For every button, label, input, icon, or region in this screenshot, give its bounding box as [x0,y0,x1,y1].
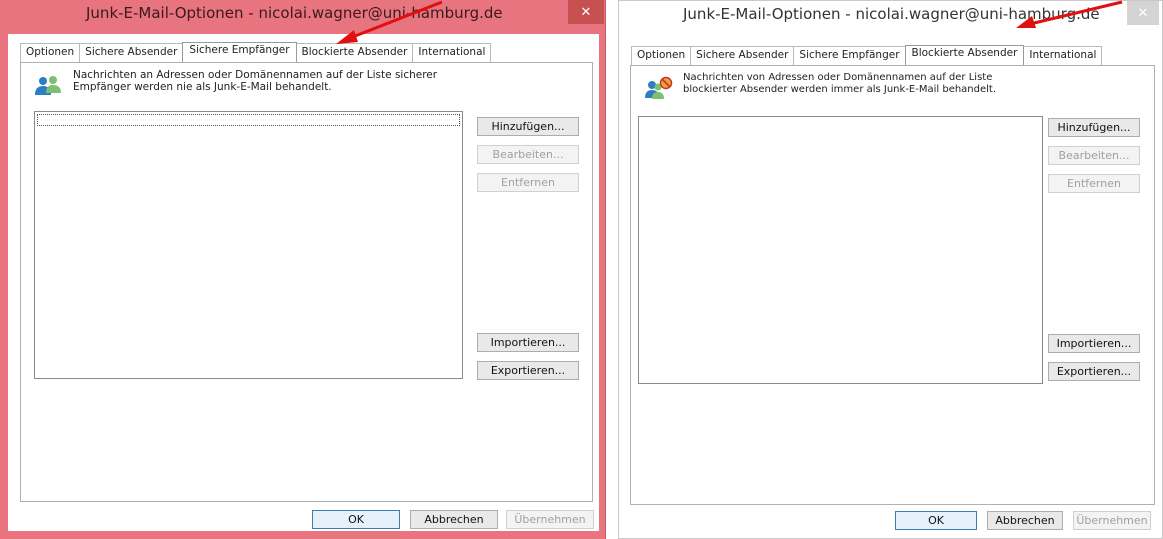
tab-sichere-absender[interactable]: Sichere Absender [79,43,184,62]
tab-international[interactable]: International [1023,46,1103,65]
red-arrow-icon [1016,0,1123,28]
add-button[interactable]: Hinzufügen... [1048,118,1140,137]
tab-sichere-absender[interactable]: Sichere Absender [690,46,795,65]
blocked-senders-list[interactable] [638,116,1043,384]
tab-sichere-empfaenger[interactable]: Sichere Empfänger [182,42,297,62]
focus-rectangle [37,114,460,126]
info-line-1: Nachrichten an Adressen oder Domänenname… [73,69,438,81]
info-line-2: Empfänger werden nie als Junk-E-Mail beh… [73,81,332,93]
ok-button[interactable]: OK [312,510,400,529]
tab-strip: Optionen Sichere Absender Sichere Empfän… [631,45,1103,65]
people-icon [35,76,61,95]
info-text: Nachrichten an Adressen oder Domänenname… [73,69,513,93]
remove-button[interactable]: Entfernen [1048,174,1140,193]
add-button[interactable]: Hinzufügen... [477,117,579,136]
export-button[interactable]: Exportieren... [477,361,579,380]
close-icon: ✕ [580,4,592,20]
safe-recipients-list[interactable] [34,111,463,379]
info-line-2: blockierter Absender werden immer als Ju… [683,84,997,95]
tab-panel: Nachrichten an Adressen oder Domänenname… [20,62,593,502]
import-button[interactable]: Importieren... [1048,334,1140,353]
dialog-client-area: Optionen Sichere Absender Sichere Empfän… [8,34,599,531]
tab-blockierte-absender[interactable]: Blockierte Absender [904,45,1025,65]
ok-button[interactable]: OK [895,511,977,530]
apply-button[interactable]: Übernehmen [1073,511,1151,530]
apply-button[interactable]: Übernehmen [506,510,594,529]
dialog-client-area: Optionen Sichere Absender Sichere Empfän… [623,35,1161,537]
red-arrow-icon [336,0,443,44]
blocked-sender-icon [645,76,673,99]
title-bar[interactable]: Junk-E-Mail-Optionen - nicolai.wagner@un… [0,0,605,34]
cancel-button[interactable]: Abbrechen [987,511,1063,530]
edit-button[interactable]: Bearbeiten... [1048,146,1140,165]
info-line-1: Nachrichten von Adressen oder Domänennam… [683,72,993,83]
junk-options-dialog-safe-recipients: Junk-E-Mail-Optionen - nicolai.wagner@un… [0,0,606,539]
export-button[interactable]: Exportieren... [1048,362,1140,381]
remove-button[interactable]: Entfernen [477,173,579,192]
tab-optionen[interactable]: Optionen [631,46,692,65]
cancel-button[interactable]: Abbrechen [410,510,498,529]
junk-options-dialog-blocked-senders: Junk-E-Mail-Optionen - nicolai.wagner@un… [618,0,1163,539]
close-button[interactable]: ✕ [568,0,604,24]
tab-optionen[interactable]: Optionen [20,43,81,62]
import-button[interactable]: Importieren... [477,333,579,352]
info-text: Nachrichten von Adressen oder Domänennam… [683,72,1123,96]
tab-panel: Nachrichten von Adressen oder Domänennam… [630,65,1155,505]
tab-sichere-empfaenger[interactable]: Sichere Empfänger [793,46,906,65]
edit-button[interactable]: Bearbeiten... [477,145,579,164]
